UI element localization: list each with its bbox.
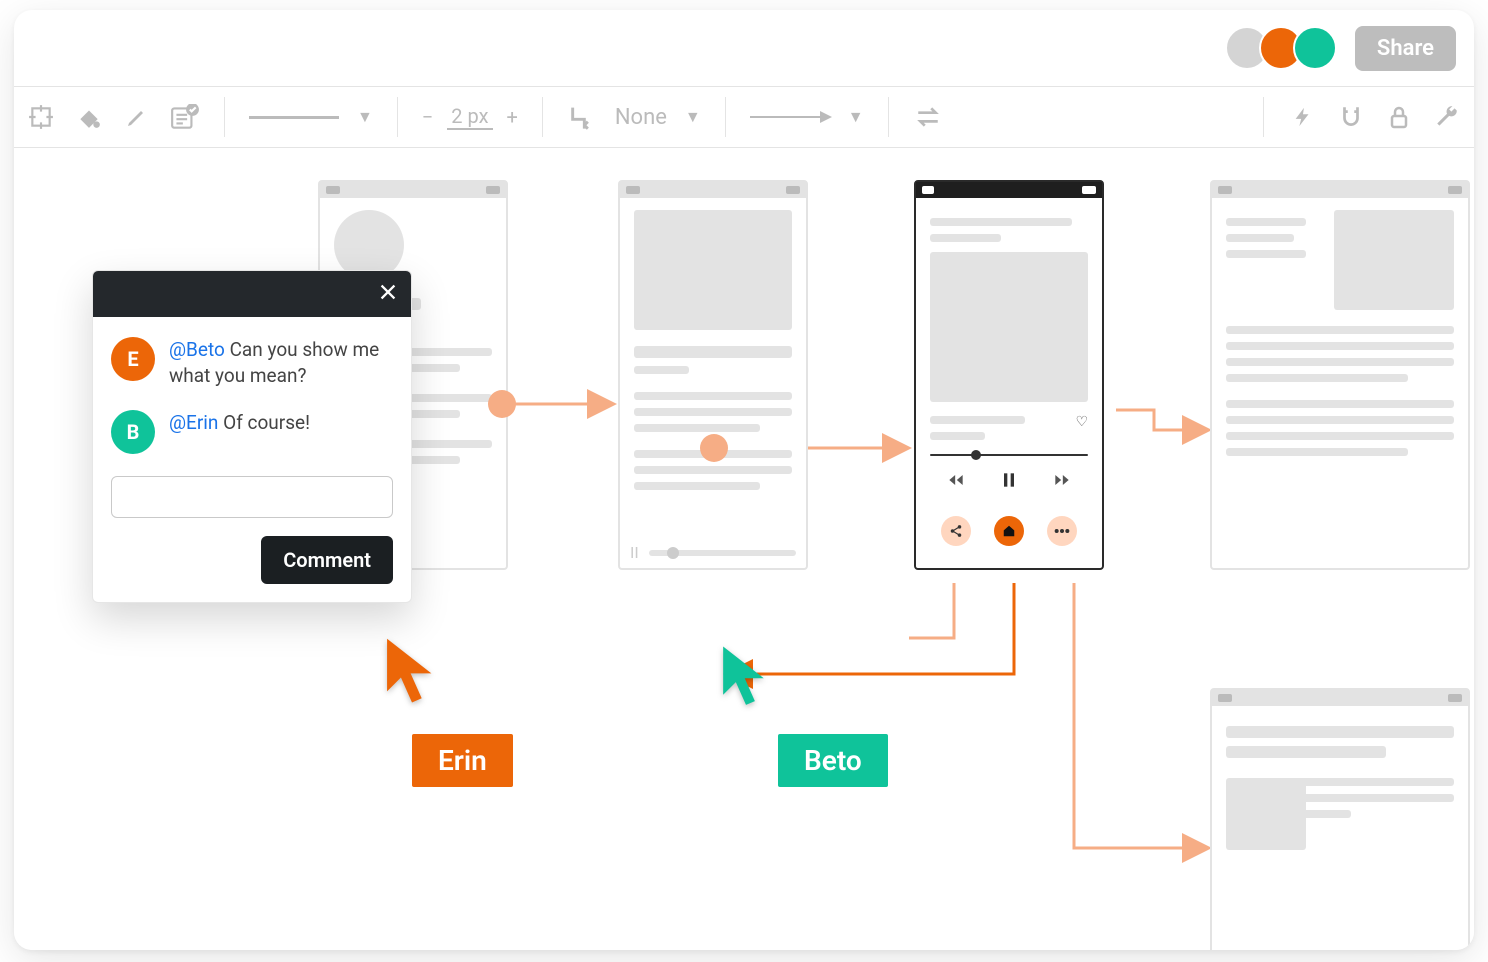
arrow-style-picker[interactable] — [750, 116, 830, 118]
fill-icon[interactable] — [74, 102, 104, 132]
elbow-connector-icon[interactable] — [567, 102, 597, 132]
increase-stroke-button[interactable]: + — [507, 105, 518, 129]
close-icon[interactable] — [377, 281, 399, 307]
flow-node[interactable] — [700, 434, 728, 462]
comment-text: @Erin Of course! — [169, 410, 310, 454]
decrease-stroke-button[interactable]: − — [422, 105, 433, 129]
share-node[interactable] — [941, 516, 971, 546]
wrench-icon[interactable] — [1432, 102, 1462, 132]
cursor-label-erin: Erin — [412, 734, 513, 787]
comment-item: E @Beto Can you show me what you mean? — [111, 337, 393, 388]
line-end-label[interactable]: None — [615, 105, 667, 130]
magnet-icon[interactable] — [1336, 102, 1366, 132]
chevron-down-icon[interactable]: ▼ — [848, 107, 864, 127]
heart-icon[interactable]: ♡ — [1075, 414, 1088, 430]
wireframe-screen[interactable]: II — [618, 180, 808, 570]
cursor-label-beto: Beto — [778, 734, 888, 787]
wireframe-screen-selected[interactable]: ♡ — [914, 180, 1104, 570]
comment-avatar: B — [111, 410, 155, 454]
presence-avatar[interactable] — [1293, 26, 1337, 70]
lightning-icon[interactable] — [1288, 102, 1318, 132]
music-controls — [930, 470, 1088, 494]
share-button[interactable]: Share — [1355, 26, 1456, 71]
swap-icon[interactable] — [913, 102, 943, 132]
crop-icon[interactable] — [26, 102, 56, 132]
prev-track-icon[interactable] — [946, 470, 966, 494]
stroke-style-picker[interactable] — [249, 116, 339, 119]
chevron-down-icon[interactable]: ▼ — [357, 107, 373, 127]
comment-avatar: E — [111, 337, 155, 381]
topbar: Share — [14, 10, 1474, 86]
cursor-erin — [384, 636, 440, 712]
chevron-down-icon[interactable]: ▼ — [685, 107, 701, 127]
presence-avatars — [1225, 26, 1337, 70]
comment-text: @Beto Can you show me what you mean? — [169, 337, 393, 388]
wireframe-screen[interactable] — [1210, 688, 1470, 950]
home-node[interactable] — [994, 516, 1024, 546]
lock-icon[interactable] — [1384, 102, 1414, 132]
checklist-icon[interactable] — [170, 102, 200, 132]
comment-input[interactable] — [111, 476, 393, 518]
wireframe-screen[interactable] — [1210, 180, 1470, 570]
pencil-icon[interactable] — [122, 102, 152, 132]
cursor-beto — [720, 644, 772, 714]
comment-panel: E @Beto Can you show me what you mean? B… — [92, 270, 412, 603]
more-node[interactable] — [1047, 516, 1077, 546]
comment-button[interactable]: Comment — [261, 536, 393, 584]
pause-icon[interactable] — [999, 470, 1019, 494]
next-track-icon[interactable] — [1052, 470, 1072, 494]
toolbar: ▼ − 2 px + None ▼ ▼ — [14, 86, 1474, 148]
comment-item: B @Erin Of course! — [111, 410, 393, 454]
canvas[interactable]: II — [14, 148, 1474, 950]
stroke-width-value[interactable]: 2 px — [447, 104, 492, 130]
app-window: Share ▼ − 2 px + None ▼ ▼ — [14, 10, 1474, 950]
flow-node[interactable] — [488, 390, 516, 418]
